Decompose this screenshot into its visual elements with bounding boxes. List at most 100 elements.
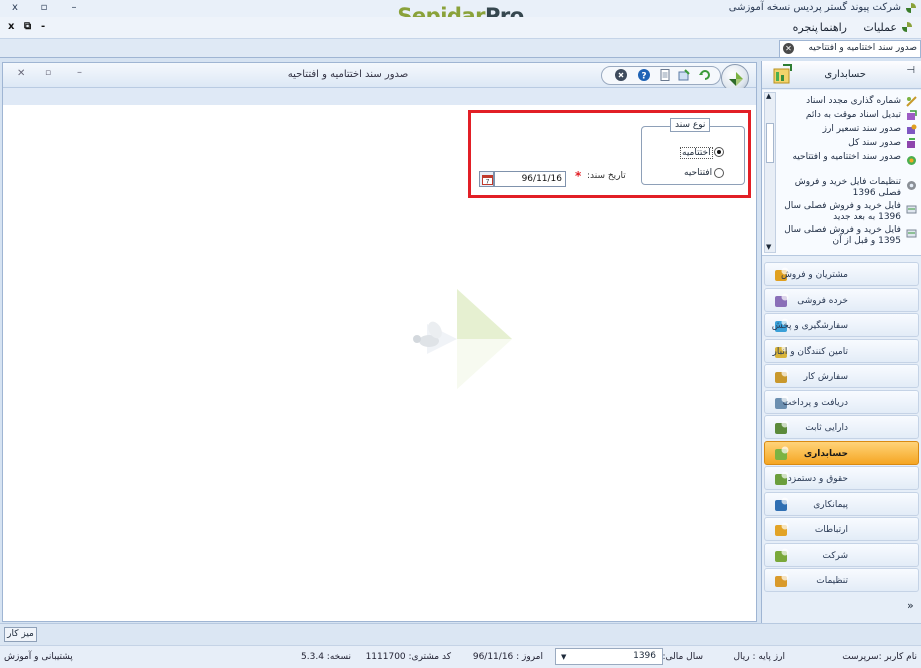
module-icon <box>775 497 789 511</box>
scroll-up-icon[interactable]: ▲ <box>766 92 771 100</box>
settings-gear-icon <box>907 181 916 190</box>
module-button[interactable]: دارایی ثابت <box>764 415 919 439</box>
subnav-item-seasonal-new[interactable]: فایل خرید و فروش فصلی سال 1396 به بعد جد… <box>777 201 917 223</box>
app-logo-icon <box>902 22 912 32</box>
module-label: پیمانکاری <box>813 500 848 510</box>
info-icon[interactable]: ? <box>637 68 651 82</box>
status-customer-code: کد مشتری: 1111700 <box>365 652 451 662</box>
radio-closing[interactable] <box>714 147 724 157</box>
module-button[interactable]: حسابداری <box>764 441 919 465</box>
desk-button[interactable]: میز کار <box>4 627 37 642</box>
status-currency: ارز پایه : ریال <box>733 652 785 662</box>
module-label: مشتریان و فروش <box>780 270 848 280</box>
taskbar: میز کار <box>0 623 921 645</box>
menu-window[interactable]: پنجره <box>793 21 818 34</box>
module-label: حسابداری <box>803 449 848 459</box>
exchange-icon <box>907 124 917 134</box>
subnav-item-seasonal-old[interactable]: فایل خرید و فروش فصلی سال 1395 و قبل از … <box>777 225 917 247</box>
scroll-down-icon[interactable]: ▼ <box>766 243 771 251</box>
refresh-icon[interactable] <box>698 68 712 82</box>
voucher-type-highlight: نوع سند اختتامیه افتتاحیه * تاریخ سند: 9… <box>468 110 751 198</box>
subnav-item-closing-opening[interactable]: صدور سند اختتامیه و افتتاحیه <box>777 152 917 165</box>
renumber-icon <box>906 96 917 107</box>
document-icon[interactable] <box>658 68 672 82</box>
module-icon <box>775 573 789 587</box>
convert-icon <box>907 110 917 120</box>
status-fiscal-year-label: سال مالی: <box>662 652 703 662</box>
module-label: ارتباطات <box>814 525 848 535</box>
form-title: صدور سند اختتامیه و افتتاحیه <box>287 69 409 80</box>
voucher-date-label: تاریخ سند: <box>587 171 626 181</box>
accounting-subnav: ▲ ▼ شماره گذاری مجدد اسناد تبدیل اسناد م… <box>762 90 921 256</box>
svg-text:7: 7 <box>486 179 490 186</box>
window-title: شرکت پیوند گستر پردیس نسخه آموزشی <box>728 2 901 13</box>
module-label: خرده فروشی <box>797 296 848 306</box>
window-maximize-button[interactable]: ▫ <box>32 1 56 15</box>
status-version: نسخه: 5.3.4 <box>301 652 351 662</box>
form-header: ✕ ▫ – صدور سند اختتامیه و افتتاحیه ? <box>3 63 756 92</box>
mdi-close-button[interactable]: x <box>8 21 14 32</box>
subnav-item-exchange-voucher[interactable]: صدور سند تسعیر ارز <box>777 124 917 135</box>
support-link[interactable]: پشتیبانی و آموزش <box>4 652 73 662</box>
more-modules-icon[interactable]: » <box>907 599 914 612</box>
pin-icon[interactable]: ⊣ <box>906 65 915 76</box>
svg-text:?: ? <box>641 72 646 82</box>
subnav-item-renumber[interactable]: شماره گذاری مجدد اسناد <box>777 96 917 107</box>
module-icon <box>775 548 789 562</box>
mdi-minimize-button[interactable]: - <box>41 21 45 32</box>
module-label: سفارش کار <box>803 372 848 382</box>
radio-closing-label[interactable]: اختتامیه <box>680 147 713 159</box>
radio-opening[interactable] <box>714 168 724 178</box>
status-user: نام کاربر :سرپرست <box>842 652 917 662</box>
module-button[interactable]: سفارشگیری و پخش <box>764 313 919 337</box>
document-tab-strip: صدور سند اختتامیه و افتتاحیه ✕ <box>0 39 921 58</box>
module-icon <box>775 293 789 307</box>
menu-bar: عملیات راهنما پنجره x ⧉ - <box>0 17 921 39</box>
module-label: حقوق و دستمزد <box>787 474 848 484</box>
help-circle-icon[interactable] <box>614 68 628 82</box>
module-button[interactable]: مشتریان و فروش <box>764 262 919 286</box>
window-minimize-button[interactable]: – <box>62 1 86 15</box>
module-label: تنظیمات <box>816 576 848 586</box>
status-bar: نام کاربر :سرپرست ارز پایه : ریال سال ما… <box>0 645 921 668</box>
fiscal-year-select[interactable]: 1396 ▼ <box>555 648 663 665</box>
scroll-thumb[interactable] <box>766 123 774 163</box>
module-button[interactable]: حقوق و دستمزد <box>764 466 919 490</box>
menu-operations[interactable]: عملیات <box>863 21 897 34</box>
closing-opening-icon <box>907 156 916 165</box>
module-button[interactable]: شرکت <box>764 543 919 567</box>
required-marker: * <box>575 169 582 183</box>
subnav-item-convert-temp[interactable]: تبدیل اسناد موقت به دائم <box>777 110 917 121</box>
accounting-icon <box>773 64 792 84</box>
tab-close-icon[interactable]: ✕ <box>783 43 794 54</box>
general-voucher-icon <box>907 138 915 148</box>
subnav-item-general-voucher[interactable]: صدور سند کل <box>777 138 917 149</box>
attach-icon[interactable] <box>677 68 691 82</box>
module-button[interactable]: ارتباطات <box>764 517 919 541</box>
calendar-picker-button[interactable]: 7 <box>479 171 494 187</box>
module-button[interactable]: پیمانکاری <box>764 492 919 516</box>
module-button[interactable]: تامین کنندگان و انبار <box>764 339 919 363</box>
radio-opening-label[interactable]: افتتاحیه <box>684 168 712 178</box>
file-icon <box>906 229 917 238</box>
subnav-scrollbar[interactable]: ▲ ▼ <box>764 92 776 253</box>
sepidar-watermark-icon <box>413 289 512 389</box>
mdi-restore-button[interactable]: ⧉ <box>24 21 31 32</box>
module-button[interactable]: خرده فروشی <box>764 288 919 312</box>
module-label: تامین کنندگان و انبار <box>772 347 848 357</box>
subnav-item-seasonal-settings[interactable]: تنظیمات فایل خرید و فروش فصلی 1396 <box>777 177 917 199</box>
module-button[interactable]: تنظیمات <box>764 568 919 592</box>
module-icon <box>775 446 789 460</box>
module-button[interactable]: سفارش کار <box>764 364 919 388</box>
tab-closing-opening-voucher[interactable]: صدور سند اختتامیه و افتتاحیه ✕ <box>779 40 921 57</box>
module-button[interactable]: دریافت و پرداخت <box>764 390 919 414</box>
window-close-button[interactable]: x <box>3 1 27 15</box>
module-label: دارایی ثابت <box>805 423 848 433</box>
tab-label: صدور سند اختتامیه و افتتاحیه <box>808 43 917 53</box>
app-logo-icon <box>906 3 916 13</box>
voucher-type-group: نوع سند اختتامیه افتتاحیه <box>641 118 745 185</box>
status-today: امروز : 96/11/16 <box>472 652 543 662</box>
nav-header: ⊣ حسابداری <box>762 61 921 89</box>
voucher-date-input[interactable]: 96/11/16 <box>494 171 566 187</box>
menu-help[interactable]: راهنما <box>820 21 847 34</box>
